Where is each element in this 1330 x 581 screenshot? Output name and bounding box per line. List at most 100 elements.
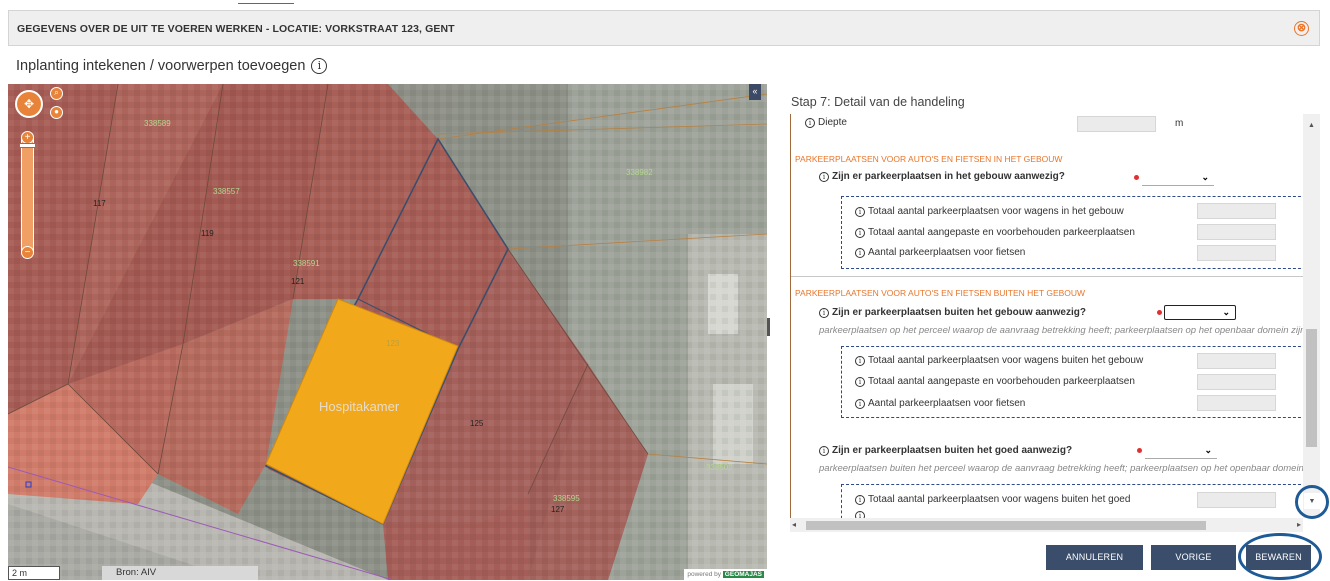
top-divider xyxy=(238,3,294,4)
info-icon: i xyxy=(819,171,829,182)
label-parcel-mid1: 338557 xyxy=(213,187,240,196)
outside-field-3-input[interactable] xyxy=(1197,395,1276,411)
geomajas-logo: GEOMAJAS xyxy=(722,571,764,578)
cancel-button[interactable]: ANNULEREN xyxy=(1046,545,1143,570)
section-divider xyxy=(791,276,1304,277)
outside-hint: parkeerplaatsen op het perceel waarop de… xyxy=(819,325,1304,336)
zoom-slider[interactable]: + − xyxy=(19,131,36,259)
info-icon[interactable]: i xyxy=(311,58,328,74)
label-parcel-right: 338982 xyxy=(626,168,653,177)
inside-field-2: i Totaal aantal aangepaste en voorbehoude… xyxy=(855,227,1135,238)
pan-control-icon[interactable]: ✥ xyxy=(15,90,43,118)
inside-field-1: i Totaal aantal parkeerplaatsen voor wage… xyxy=(855,206,1124,217)
scroll-right-icon[interactable]: ▸ xyxy=(1297,520,1301,529)
label-125: 125 xyxy=(470,419,484,428)
goed-select[interactable]: ⌄ xyxy=(1145,444,1217,459)
inside-field-3-input[interactable] xyxy=(1197,245,1276,261)
dialog-title: GEGEVENS OVER DE UIT TE VOEREN WERKEN - … xyxy=(17,23,455,35)
inside-field-1-label: Totaal aantal parkeerplaatsen voor wagen… xyxy=(868,206,1124,217)
scroll-up-icon[interactable]: ▲ xyxy=(1308,122,1315,129)
outside-field-1-label: Totaal aantal parkeerplaatsen voor wagen… xyxy=(868,355,1144,366)
label-127: 127 xyxy=(551,505,565,514)
goed-field-1: i Totaal aantal parkeerplaatsen voor wage… xyxy=(855,494,1130,505)
label-parcel-tl: 338589 xyxy=(144,119,171,128)
label-121: 121 xyxy=(291,277,305,286)
diepte-input[interactable] xyxy=(1077,116,1156,132)
map-canvas[interactable]: 338589 117 338557 119 338591 121 338982 … xyxy=(8,84,767,580)
goed-hint: parkeerplaatsen buiten het perceel waaro… xyxy=(819,463,1304,474)
question-goed-label: Zijn er parkeerplaatsen buiten het goed … xyxy=(832,445,1073,456)
label-119: 119 xyxy=(201,229,214,238)
outside-field-1: i Totaal aantal parkeerplaatsen voor wage… xyxy=(855,355,1143,366)
outside-field-2-label: Totaal aantal aangepaste en voorbehouden… xyxy=(868,376,1135,387)
info-icon: i xyxy=(855,511,865,518)
required-marker xyxy=(1157,310,1162,315)
goed-field-1-input[interactable] xyxy=(1197,492,1276,508)
label-hospitakamer: Hospitakamer xyxy=(319,399,400,414)
location-pin-icon[interactable]: ● xyxy=(50,106,63,119)
highlight-ring xyxy=(1295,485,1329,519)
outside-select[interactable]: ⌄ xyxy=(1164,305,1236,320)
horizontal-scrollbar[interactable]: ◂ ▸ xyxy=(790,518,1303,532)
outside-field-3: i Aantal parkeerplaatsen voor fietsen xyxy=(855,398,1025,409)
info-icon: i xyxy=(819,445,829,456)
step-title: Stap 7: Detail van de handeling xyxy=(791,95,965,109)
scroll-left-icon[interactable]: ◂ xyxy=(792,520,796,529)
powered-by-text: powered by xyxy=(687,571,721,578)
info-icon: i xyxy=(805,117,815,128)
zoom-handle[interactable] xyxy=(19,143,36,148)
outside-field-2: i Totaal aantal aangepaste en voorbehoude… xyxy=(855,376,1135,387)
goed-field-1-label: Totaal aantal parkeerplaatsen voor wagen… xyxy=(868,494,1131,505)
label-123: 123 xyxy=(386,339,400,348)
outside-field-1-input[interactable] xyxy=(1197,353,1276,369)
powered-by: powered by GEOMAJAS xyxy=(684,569,767,580)
label-117: 117 xyxy=(93,199,106,208)
diepte-unit: m xyxy=(1175,118,1184,129)
diepte-label: Diepte xyxy=(818,117,847,128)
dialog-titlebar: GEGEVENS OVER DE UIT TE VOEREN WERKEN - … xyxy=(8,10,1320,46)
section-outside-title: PARKEERPLAATSEN VOOR AUTO'S EN FIETSEN B… xyxy=(795,288,1086,298)
question-goed: i Zijn er parkeerplaatsen buiten het goe… xyxy=(819,445,1072,456)
question-outside-label: Zijn er parkeerplaatsen buiten het gebou… xyxy=(832,307,1086,318)
info-icon: i xyxy=(855,247,865,258)
close-icon[interactable]: ⊗ xyxy=(1294,21,1309,36)
inside-field-3: i Aantal parkeerplaatsen voor fietsen xyxy=(855,247,1025,258)
previous-button[interactable]: VORIGE xyxy=(1151,545,1236,570)
vertical-scroll-thumb[interactable] xyxy=(1306,329,1317,447)
section-inside-title: PARKEERPLAATSEN VOOR AUTO'S EN FIETSEN I… xyxy=(795,154,1063,164)
info-icon: i xyxy=(855,227,865,238)
info-icon: i xyxy=(855,376,865,387)
question-outside: i Zijn er parkeerplaatsen buiten het geb… xyxy=(819,307,1086,318)
app-window: GEGEVENS OVER DE UIT TE VOEREN WERKEN - … xyxy=(0,0,1330,581)
inside-field-1-input[interactable] xyxy=(1197,203,1276,219)
info-icon: i xyxy=(855,206,865,217)
label-parcel-mid2: 338591 xyxy=(293,259,320,268)
outside-field-2-input[interactable] xyxy=(1197,374,1276,390)
zoom-search-icon[interactable]: ⌕ xyxy=(50,87,63,100)
question-inside-label: Zijn er parkeerplaatsen in het gebouw aa… xyxy=(832,171,1065,182)
form-panel: Stap 7: Detail van de handeling i Diepte… xyxy=(770,84,1322,581)
outside-field-3-label: Aantal parkeerplaatsen voor fietsen xyxy=(868,398,1026,409)
highlight-ring xyxy=(1238,533,1322,580)
inside-select[interactable]: ⌄ xyxy=(1142,171,1214,186)
diepte-row: i Diepte xyxy=(805,117,847,128)
horizontal-scroll-thumb[interactable] xyxy=(806,521,1206,530)
collapse-panel-icon[interactable]: « xyxy=(749,84,761,100)
info-icon: i xyxy=(819,307,829,318)
info-icon: i xyxy=(855,355,865,366)
inside-field-3-label: Aantal parkeerplaatsen voor fietsen xyxy=(868,247,1026,258)
map-source: Bron: AIV xyxy=(102,566,258,580)
scale-bar: 2 m xyxy=(8,566,60,580)
vertical-scrollbar[interactable]: ▲ xyxy=(1303,114,1320,518)
page-subtitle: Inplanting intekenen / voorwerpen toevoe… xyxy=(16,58,328,74)
required-marker xyxy=(1137,448,1142,453)
required-marker xyxy=(1134,175,1139,180)
form-scroll-area[interactable]: i Diepte m PARKEERPLAATSEN VOOR AUTO'S E… xyxy=(790,114,1304,518)
goed-field-2: i xyxy=(855,511,865,518)
subtitle-text: Inplanting intekenen / voorwerpen toevoe… xyxy=(16,58,306,74)
label-parcel-far-right: 338502 xyxy=(706,463,733,472)
info-icon: i xyxy=(855,398,865,409)
map-view[interactable]: 338589 117 338557 119 338591 121 338982 … xyxy=(8,84,767,580)
zoom-out-icon[interactable]: − xyxy=(21,246,34,259)
inside-field-2-input[interactable] xyxy=(1197,224,1276,240)
